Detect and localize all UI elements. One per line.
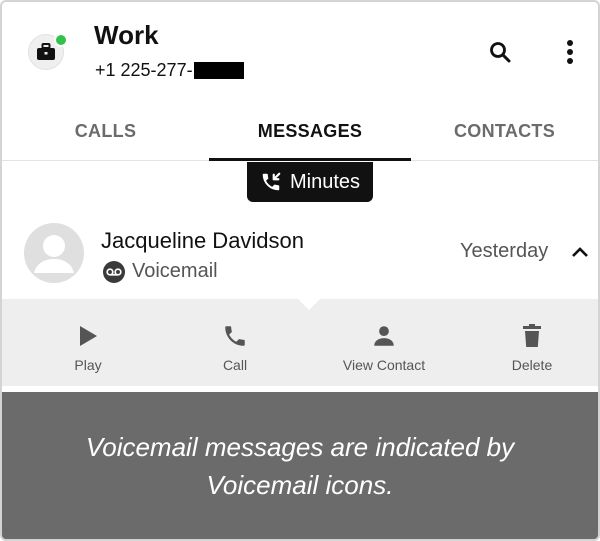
- play-button[interactable]: Play: [38, 299, 138, 386]
- message-type-label: Voicemail: [132, 260, 218, 282]
- message-row[interactable]: Jacqueline Davidson Voicemail Yesterday: [2, 208, 598, 298]
- app-header: Work +1 225-277-: [2, 2, 598, 102]
- collapse-button[interactable]: [566, 238, 594, 266]
- phone-icon: [225, 326, 245, 346]
- message-time: Yesterday: [460, 240, 549, 262]
- contact-name: Jacqueline Davidson: [101, 228, 305, 253]
- tutorial-caption-text: Voicemail messages are indicated by Voic…: [85, 431, 515, 500]
- tab-indicator: [209, 158, 411, 161]
- trash-icon: [523, 324, 541, 347]
- redacted-block: [193, 61, 244, 79]
- delete-label: Delete: [511, 357, 553, 373]
- tab-bar: CALLS MESSAGES CONTACTS: [2, 102, 598, 161]
- phone-number-text: +1 225-277-: [95, 59, 193, 80]
- delete-button[interactable]: Delete: [482, 299, 582, 386]
- tab-calls[interactable]: CALLS: [2, 102, 209, 160]
- account-name: Work: [94, 20, 159, 50]
- chevron-up-icon: [572, 247, 588, 257]
- online-status-dot: [54, 33, 68, 47]
- search-button[interactable]: [486, 38, 514, 66]
- message-action-bar: Play Call View Contact Delete: [2, 299, 598, 386]
- call-button[interactable]: Call: [185, 299, 285, 386]
- minutes-label: Minutes: [289, 170, 361, 193]
- expand-pointer-notch: [298, 299, 320, 310]
- minutes-badge[interactable]: Minutes: [247, 162, 373, 202]
- account-number: +1 225-277-: [95, 59, 244, 81]
- phone-incoming-icon: [262, 172, 281, 191]
- tutorial-caption: Voicemail messages are indicated by Voic…: [2, 392, 598, 539]
- message-type: Voicemail: [103, 260, 218, 283]
- play-icon: [80, 326, 97, 346]
- search-icon: [490, 42, 511, 63]
- briefcase-icon: [37, 43, 55, 60]
- person-placeholder-icon: [34, 235, 74, 273]
- person-icon: [374, 326, 394, 346]
- tab-messages[interactable]: MESSAGES: [209, 102, 411, 160]
- view-contact-button[interactable]: View Contact: [324, 299, 444, 386]
- voicemail-icon: [103, 260, 125, 283]
- more-options-button[interactable]: [558, 36, 582, 68]
- view-contact-label: View Contact: [342, 357, 426, 373]
- play-label: Play: [74, 357, 102, 373]
- more-vert-icon: [567, 40, 573, 64]
- tab-contacts[interactable]: CONTACTS: [411, 102, 598, 160]
- app-frame: Work +1 225-277- CALLS MESSAGES CONTACTS: [0, 0, 600, 541]
- call-label: Call: [222, 357, 248, 373]
- contact-avatar: [24, 223, 84, 283]
